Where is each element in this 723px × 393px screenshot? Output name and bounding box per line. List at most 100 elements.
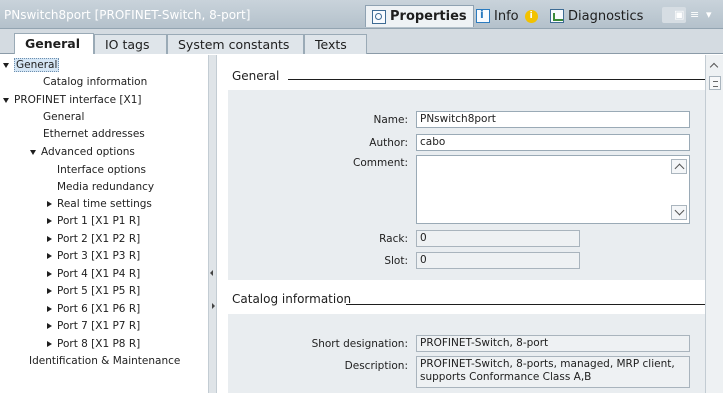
properties-content: General Name: PNswitch8port Author: cabo… bbox=[218, 55, 705, 393]
tab-general-label: General bbox=[25, 36, 80, 51]
tree-item-label: Port 4 [X1 P4 R] bbox=[57, 268, 141, 280]
tree-item-port-8[interactable]: Port 8 [X1 P8 R] bbox=[47, 336, 140, 352]
tree-item-port-1[interactable]: Port 1 [X1 P1 R] bbox=[47, 213, 140, 229]
name-input[interactable]: PNswitch8port bbox=[416, 111, 690, 128]
vertical-scrollbar[interactable] bbox=[705, 55, 723, 393]
tree-item-general[interactable]: General bbox=[3, 57, 60, 73]
rack-label: Rack: bbox=[379, 233, 408, 245]
info-badge-icon: i bbox=[524, 9, 538, 23]
description-label: Description: bbox=[344, 360, 408, 372]
scroll-down-icon[interactable] bbox=[671, 205, 687, 220]
tree-item-port-7[interactable]: Port 7 [X1 P7 R] bbox=[47, 318, 140, 334]
short-designation-label: Short designation: bbox=[311, 338, 408, 350]
comment-textarea[interactable] bbox=[416, 155, 690, 224]
catalog-panel: Short designation: PROFINET-Switch, 8-po… bbox=[228, 314, 705, 393]
tree-item-port-4[interactable]: Port 4 [X1 P4 R] bbox=[47, 266, 140, 282]
general-section-heading: General bbox=[232, 69, 280, 83]
diagnostics-icon bbox=[550, 9, 564, 23]
tree-item-label: Interface options bbox=[57, 164, 147, 176]
tree-item-label: Advanced options bbox=[41, 146, 135, 158]
scroll-thumb[interactable] bbox=[709, 76, 721, 90]
description-line: supports Conformance Class A,B bbox=[420, 371, 592, 383]
tree-item-interface-general[interactable]: General bbox=[43, 109, 84, 125]
section-divider bbox=[288, 79, 705, 80]
tree-item-advanced-options[interactable]: Advanced options bbox=[30, 144, 135, 160]
expand-arrow-icon[interactable] bbox=[3, 97, 9, 103]
rack-field: 0 bbox=[416, 230, 580, 247]
collapse-arrow-icon[interactable] bbox=[47, 236, 52, 242]
expand-arrow-icon[interactable] bbox=[3, 62, 9, 68]
list-view-icon[interactable]: ≡ bbox=[690, 8, 699, 21]
section-divider bbox=[346, 304, 705, 305]
tree-item-interface-options[interactable]: Interface options bbox=[57, 162, 146, 178]
tab-system-constants-label: System constants bbox=[178, 37, 290, 52]
scroll-up-icon[interactable] bbox=[671, 159, 687, 174]
tab-system-constants[interactable]: System constants bbox=[167, 34, 304, 54]
collapse-arrow-icon[interactable] bbox=[47, 218, 52, 224]
tree-item-port-3[interactable]: Port 3 [X1 P3 R] bbox=[47, 248, 140, 264]
slot-field: 0 bbox=[416, 252, 580, 269]
author-input[interactable]: cabo bbox=[416, 134, 690, 151]
collapse-left-icon[interactable] bbox=[210, 270, 213, 276]
tree-item-media-redundancy[interactable]: Media redundancy bbox=[57, 179, 154, 195]
tree-item-label: Port 2 [X1 P2 R] bbox=[57, 233, 141, 245]
collapse-arrow-icon[interactable] bbox=[47, 201, 52, 207]
tree-item-label: Port 5 [X1 P5 R] bbox=[57, 285, 141, 297]
tab-general[interactable]: General bbox=[14, 33, 94, 54]
tree-item-label: General bbox=[14, 58, 60, 72]
tab-diagnostics[interactable]: Diagnostics bbox=[544, 5, 649, 27]
tree-item-label: General bbox=[43, 111, 85, 123]
description-field: PROFINET-Switch, 8-ports, managed, MRP c… bbox=[416, 356, 690, 388]
tab-properties-label: Properties bbox=[390, 9, 467, 24]
properties-tab-row: General IO tags System constants Texts bbox=[0, 29, 723, 54]
info-icon bbox=[476, 8, 490, 23]
tree-item-label: Real time settings bbox=[57, 198, 152, 210]
restore-icon[interactable]: ▣ bbox=[674, 8, 684, 21]
short-designation-field: PROFINET-Switch, 8-port bbox=[416, 335, 690, 352]
navigation-tree: General Catalog information PROFINET int… bbox=[0, 55, 209, 393]
tab-diagnostics-label: Diagnostics bbox=[568, 8, 644, 24]
catalog-section-heading: Catalog information bbox=[232, 292, 352, 306]
collapse-arrow-icon[interactable] bbox=[47, 323, 52, 329]
inspector-titlebar: PNswitch8port [PROFINET-Switch, 8-port] … bbox=[0, 0, 723, 29]
tree-item-real-time-settings[interactable]: Real time settings bbox=[47, 196, 152, 212]
tree-item-label: Port 3 [X1 P3 R] bbox=[57, 250, 141, 262]
tree-item-catalog-information[interactable]: Catalog information bbox=[43, 74, 147, 90]
dropdown-arrow-icon[interactable]: ▾ bbox=[706, 8, 712, 21]
expand-right-icon[interactable] bbox=[212, 303, 215, 309]
tab-info[interactable]: Info i bbox=[470, 5, 544, 27]
tree-item-profinet-interface[interactable]: PROFINET interface [X1] bbox=[3, 92, 142, 108]
comment-label: Comment: bbox=[353, 157, 408, 169]
tree-item-identification-maintenance[interactable]: Identification & Maintenance bbox=[29, 353, 180, 369]
tree-item-port-2[interactable]: Port 2 [X1 P2 R] bbox=[47, 231, 140, 247]
tree-item-ethernet-addresses[interactable]: Ethernet addresses bbox=[43, 126, 145, 142]
tree-item-label: PROFINET interface [X1] bbox=[14, 94, 142, 106]
collapse-arrow-icon[interactable] bbox=[47, 288, 52, 294]
tab-properties[interactable]: Properties bbox=[365, 5, 474, 27]
expand-arrow-icon[interactable] bbox=[30, 149, 36, 155]
tab-texts[interactable]: Texts bbox=[304, 34, 367, 54]
collapse-arrow-icon[interactable] bbox=[47, 271, 52, 277]
tree-item-label: Port 8 [X1 P8 R] bbox=[57, 338, 141, 350]
tab-io-tags[interactable]: IO tags bbox=[94, 34, 167, 54]
tree-item-port-5[interactable]: Port 5 [X1 P5 R] bbox=[47, 283, 140, 299]
tree-item-port-6[interactable]: Port 6 [X1 P6 R] bbox=[47, 301, 140, 317]
tab-texts-label: Texts bbox=[315, 37, 347, 52]
tab-info-label: Info bbox=[494, 8, 519, 24]
author-label: Author: bbox=[369, 137, 408, 149]
collapse-arrow-icon[interactable] bbox=[47, 306, 52, 312]
tree-item-label: Port 6 [X1 P6 R] bbox=[57, 303, 141, 315]
pane-splitter[interactable] bbox=[209, 55, 217, 393]
tree-item-label: Port 1 [X1 P1 R] bbox=[57, 215, 141, 227]
tree-item-label: Media redundancy bbox=[57, 181, 155, 193]
description-line: PROFINET-Switch, 8-ports, managed, MRP c… bbox=[420, 358, 675, 370]
tree-item-label: Catalog information bbox=[43, 76, 148, 88]
collapse-arrow-icon[interactable] bbox=[47, 341, 52, 347]
properties-icon bbox=[372, 9, 386, 24]
tab-io-tags-label: IO tags bbox=[105, 37, 150, 52]
tree-item-label: Identification & Maintenance bbox=[29, 355, 181, 367]
window-title: PNswitch8port [PROFINET-Switch, 8-port] bbox=[4, 8, 251, 22]
general-panel: Name: PNswitch8port Author: cabo Comment… bbox=[228, 90, 705, 280]
collapse-arrow-icon[interactable] bbox=[47, 253, 52, 259]
scroll-up-icon[interactable] bbox=[709, 62, 719, 72]
